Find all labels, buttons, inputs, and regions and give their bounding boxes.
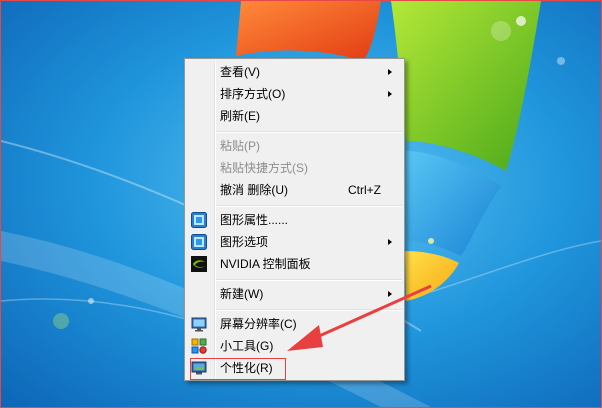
menu-separator [216, 205, 402, 207]
menu-item-shortcut: Ctrl+Z [348, 183, 381, 197]
menu-separator [216, 131, 402, 133]
menu-item-paste-shortcut[interactable]: 粘贴快捷方式(S) [187, 157, 402, 179]
submenu-arrow-icon [388, 291, 392, 297]
menu-separator [216, 279, 402, 281]
menu-item-view[interactable]: 查看(V) [187, 61, 402, 83]
menu-item-undo-delete[interactable]: 撤消 删除(U) Ctrl+Z [187, 179, 402, 201]
menu-item-label: 排序方式(O) [220, 87, 286, 101]
desktop-context-menu: 查看(V) 排序方式(O) 刷新(E) 粘贴(P) 粘贴快捷方式(S) 撤消 删… [184, 58, 405, 381]
menu-item-gadgets[interactable]: 小工具(G) [187, 335, 402, 357]
menu-item-nvidia-control-panel[interactable]: NVIDIA 控制面板 [187, 253, 402, 275]
menu-separator [216, 309, 402, 311]
menu-item-graphics-properties[interactable]: 图形属性...... [187, 209, 402, 231]
menu-item-label: 刷新(E) [220, 109, 260, 123]
menu-item-label: 图形属性...... [220, 213, 289, 227]
menu-item-paste[interactable]: 粘贴(P) [187, 135, 402, 157]
nvidia-icon [191, 256, 207, 272]
submenu-arrow-icon [388, 69, 392, 75]
menu-item-label: 小工具(G) [220, 339, 274, 353]
menu-item-sort-by[interactable]: 排序方式(O) [187, 83, 402, 105]
submenu-arrow-icon [388, 91, 392, 97]
menu-item-label: 屏幕分辨率(C) [220, 317, 297, 331]
menu-item-label: NVIDIA 控制面板 [220, 257, 311, 271]
menu-item-refresh[interactable]: 刷新(E) [187, 105, 402, 127]
menu-item-screen-resolution[interactable]: 屏幕分辨率(C) [187, 313, 402, 335]
display-icon [191, 317, 207, 332]
intel-graphics-icon [191, 212, 207, 228]
intel-graphics-icon [191, 234, 207, 250]
annotation-highlight-box [190, 358, 286, 380]
menu-item-label: 粘贴(P) [220, 139, 260, 153]
menu-item-label: 图形选项 [220, 235, 269, 249]
gadgets-icon [191, 338, 207, 354]
menu-item-label: 粘贴快捷方式(S) [220, 161, 308, 175]
desktop-screen: 查看(V) 排序方式(O) 刷新(E) 粘贴(P) 粘贴快捷方式(S) 撤消 删… [0, 0, 602, 408]
menu-item-new[interactable]: 新建(W) [187, 283, 402, 305]
menu-item-graphics-options[interactable]: 图形选项 [187, 231, 402, 253]
menu-item-label: 查看(V) [220, 65, 260, 79]
menu-item-label: 新建(W) [220, 287, 264, 301]
submenu-arrow-icon [388, 239, 392, 245]
menu-item-label: 撤消 删除(U) [220, 183, 288, 197]
